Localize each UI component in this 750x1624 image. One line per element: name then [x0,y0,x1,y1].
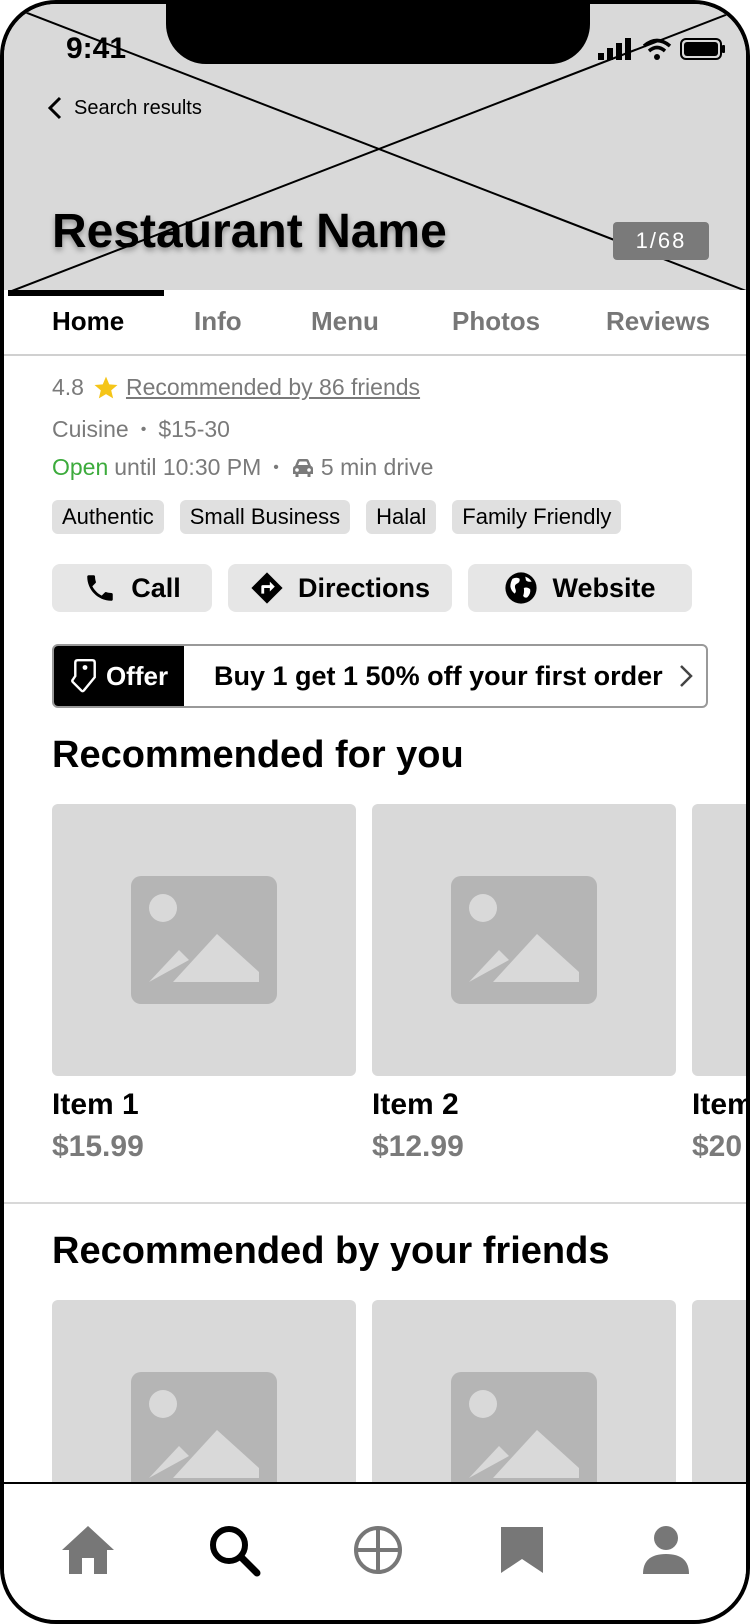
wifi-icon [642,38,672,60]
menu-item-card[interactable]: Item $20 [692,804,750,1164]
cuisine-row: Cuisine • $15-30 [52,416,230,443]
status-time: 9:41 [66,32,127,65]
tab-info[interactable]: Info [194,306,242,337]
tab-home[interactable]: Home [52,306,124,337]
website-label: Website [552,572,656,603]
hours-row: Open until 10:30 PM • 5 min drive [52,454,433,481]
recommended-items-carousel: Item 1 $15.99 Item 2 $12.99 Item $20 [52,804,750,1164]
nav-search[interactable] [204,1520,264,1580]
nav-home[interactable] [58,1520,118,1580]
item-name: Item 2 [372,1088,459,1121]
globe-icon [505,572,538,604]
price-range: $15-30 [158,416,230,442]
item-price: $15.99 [52,1130,144,1163]
tab-menu[interactable]: Menu [311,306,379,337]
price-tag-icon [70,659,96,693]
car-icon [292,458,313,477]
tag-list: Authentic Small Business Halal Family Fr… [52,500,622,534]
website-button[interactable]: Website [468,564,692,612]
star-icon [94,376,118,398]
nav-profile[interactable] [636,1520,696,1580]
profile-icon [643,1526,689,1574]
item-image-placeholder [692,804,746,1076]
action-buttons: Call Directions Website [52,564,692,612]
explore-icon [354,1526,402,1574]
recommended-by-friends-link[interactable]: Recommended by 86 friends [126,374,420,401]
menu-item-card[interactable]: Item 1 $15.99 [52,804,356,1164]
separator-dot: • [273,458,279,476]
chevron-right-icon [666,664,706,688]
photo-counter: 1/68 [613,222,709,260]
restaurant-name: Restaurant Name [52,205,447,258]
nav-explore[interactable] [348,1520,408,1580]
hero-photo[interactable]: 9:41 Search results Restaurant Name 1/68 [4,4,746,294]
item-price: $12.99 [372,1130,464,1163]
tab-bar: Home Info Menu Photos Reviews [4,290,746,356]
bookmark-icon [501,1527,543,1573]
offer-text: Buy 1 get 1 50% off your first order [214,660,663,691]
offer-badge-label: Offer [105,660,169,691]
cuisine-label: Cuisine [52,416,129,442]
tag-chip: Small Business [179,500,351,534]
rating-value: 4.8 [52,374,84,400]
bottom-tab-bar [4,1482,746,1620]
phone-icon [87,575,113,601]
tag-chip: Authentic [52,500,164,534]
image-icon [451,876,597,1004]
section-title-recommended-for-you: Recommended for you [52,734,464,776]
call-label: Call [131,572,181,603]
search-icon [210,1526,261,1577]
image-icon [131,1372,277,1500]
directions-icon [251,572,283,604]
phone-frame: 9:41 Search results Restaurant Name 1/68… [0,0,750,1624]
directions-button[interactable]: Directions [228,564,452,612]
hours-text: until 10:30 PM [114,454,262,480]
home-icon [62,1526,114,1574]
menu-item-card[interactable]: Item 2 $12.99 [372,804,676,1164]
tag-chip: Halal [366,500,437,534]
item-price: $20 [692,1130,743,1163]
battery-icon [680,38,725,60]
tab-photos[interactable]: Photos [452,306,540,337]
cellular-signal-icon [598,38,631,60]
item-image-placeholder [52,804,356,1076]
back-button[interactable]: Search results [48,96,202,120]
separator-dot: • [140,420,147,438]
chevron-left-icon [48,96,62,120]
back-label: Search results [74,96,202,119]
section-divider [4,1202,746,1204]
tab-reviews[interactable]: Reviews [606,306,710,337]
status-icons [598,38,726,60]
nav-saved[interactable] [492,1520,552,1580]
image-icon [451,1372,597,1500]
offer-badge: Offer [54,646,184,706]
offer-banner[interactable]: Offer Buy 1 get 1 50% off your first ord… [52,644,708,708]
item-name: Item [692,1088,750,1121]
section-title-recommended-by-friends: Recommended by your friends [52,1230,610,1272]
active-tab-indicator [8,290,164,296]
tag-chip: Family Friendly [452,500,622,534]
item-image-placeholder [372,804,676,1076]
directions-label: Directions [297,572,431,603]
device-notch [166,4,590,64]
open-status: Open [52,454,109,480]
rating-row: 4.8 Recommended by 86 friends [52,374,420,401]
call-button[interactable]: Call [52,564,212,612]
item-name: Item 1 [52,1088,139,1121]
image-icon [131,876,277,1004]
drive-time: 5 min drive [320,454,434,480]
